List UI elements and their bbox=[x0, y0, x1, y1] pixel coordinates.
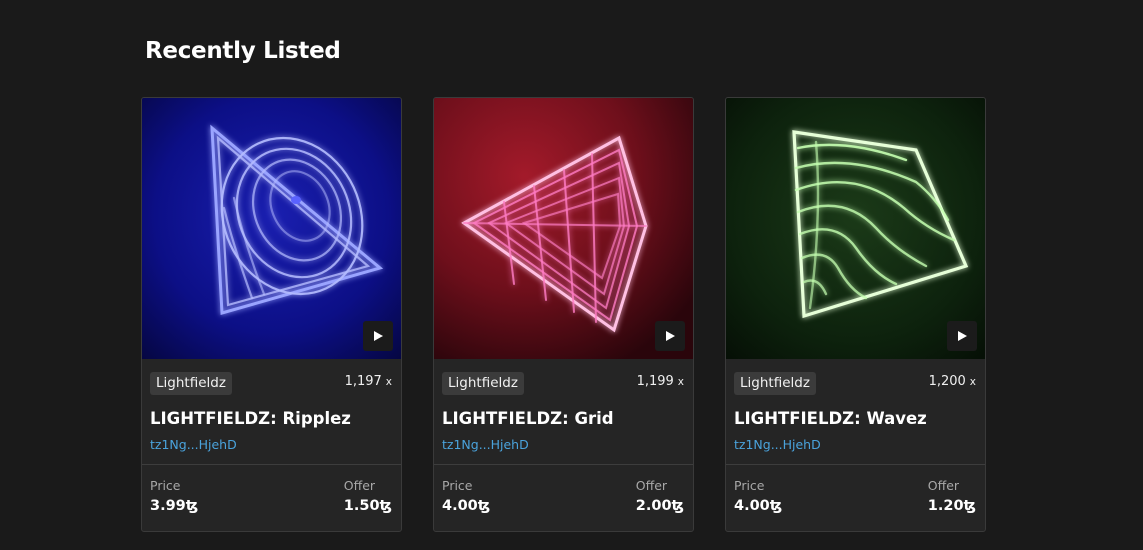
artwork-thumbnail[interactable] bbox=[142, 98, 401, 359]
card-row: Lightfieldz 1,197 x LIGHTFIELDZ: Ripplez … bbox=[141, 97, 986, 532]
offer-value: 2.00ꜩ bbox=[635, 498, 684, 514]
artist-link[interactable]: tz1Ng...HjehD bbox=[442, 437, 529, 452]
collection-badge[interactable]: Lightfieldz bbox=[442, 372, 524, 395]
card-meta: Lightfieldz 1,199 x LIGHTFIELDZ: Grid tz1… bbox=[434, 359, 693, 465]
edition-suffix: x bbox=[385, 376, 392, 388]
price-label: Price bbox=[734, 478, 765, 493]
item-title[interactable]: LIGHTFIELDZ: Grid bbox=[442, 409, 614, 428]
grid-artwork bbox=[434, 98, 693, 359]
nft-card[interactable]: Lightfieldz 1,197 x LIGHTFIELDZ: Ripplez … bbox=[141, 97, 402, 532]
price-section: Price 4.00ꜩ Offer 1.20ꜩ bbox=[726, 465, 985, 531]
offer-block: Offer 1.20ꜩ bbox=[928, 478, 976, 514]
offer-block: Offer 2.00ꜩ bbox=[636, 478, 684, 514]
artwork-thumbnail[interactable] bbox=[726, 98, 985, 359]
edition-number: 1,200 bbox=[928, 374, 966, 389]
edition-count: 1,197 x bbox=[345, 374, 392, 389]
price-block: Price 4.00ꜩ bbox=[734, 478, 782, 514]
offer-value: 1.20ꜩ bbox=[927, 498, 976, 514]
price-value: 4.00ꜩ bbox=[734, 498, 783, 514]
offer-label: Offer bbox=[635, 478, 668, 493]
edition-suffix: x bbox=[969, 376, 976, 388]
recently-listed-page: Recently Listed Lightfieldz 1,197 x LIGH… bbox=[0, 0, 1143, 550]
price-value: 3.99ꜩ bbox=[150, 498, 199, 514]
price-value: 4.00ꜩ bbox=[442, 498, 491, 514]
price-block: Price 4.00ꜩ bbox=[442, 478, 490, 514]
play-icon bbox=[666, 331, 675, 341]
edition-number: 1,199 bbox=[636, 374, 674, 389]
play-button[interactable] bbox=[947, 321, 977, 351]
card-meta: Lightfieldz 1,197 x LIGHTFIELDZ: Ripplez … bbox=[142, 359, 401, 465]
nft-card[interactable]: Lightfieldz 1,199 x LIGHTFIELDZ: Grid tz1… bbox=[433, 97, 694, 532]
artwork-thumbnail[interactable] bbox=[434, 98, 693, 359]
card-meta: Lightfieldz 1,200 x LIGHTFIELDZ: Wavez tz… bbox=[726, 359, 985, 465]
collection-badge[interactable]: Lightfieldz bbox=[150, 372, 232, 395]
edition-count: 1,199 x bbox=[637, 374, 684, 389]
collection-badge[interactable]: Lightfieldz bbox=[734, 372, 816, 395]
play-icon bbox=[374, 331, 383, 341]
item-title[interactable]: LIGHTFIELDZ: Wavez bbox=[734, 409, 927, 428]
item-title[interactable]: LIGHTFIELDZ: Ripplez bbox=[150, 409, 351, 428]
offer-label: Offer bbox=[343, 478, 376, 493]
artist-link[interactable]: tz1Ng...HjehD bbox=[150, 437, 237, 452]
play-button[interactable] bbox=[363, 321, 393, 351]
section-title: Recently Listed bbox=[145, 38, 341, 64]
price-section: Price 3.99ꜩ Offer 1.50ꜩ bbox=[142, 465, 401, 531]
ripplez-artwork bbox=[142, 98, 401, 359]
price-label: Price bbox=[150, 478, 181, 493]
wavez-artwork bbox=[726, 98, 985, 359]
edition-number: 1,197 bbox=[344, 374, 382, 389]
price-section: Price 4.00ꜩ Offer 2.00ꜩ bbox=[434, 465, 693, 531]
edition-suffix: x bbox=[677, 376, 684, 388]
play-button[interactable] bbox=[655, 321, 685, 351]
nft-card[interactable]: Lightfieldz 1,200 x LIGHTFIELDZ: Wavez tz… bbox=[725, 97, 986, 532]
offer-block: Offer 1.50ꜩ bbox=[344, 478, 392, 514]
offer-value: 1.50ꜩ bbox=[343, 498, 392, 514]
edition-count: 1,200 x bbox=[929, 374, 976, 389]
price-label: Price bbox=[442, 478, 473, 493]
artist-link[interactable]: tz1Ng...HjehD bbox=[734, 437, 821, 452]
offer-label: Offer bbox=[927, 478, 960, 493]
play-icon bbox=[958, 331, 967, 341]
price-block: Price 3.99ꜩ bbox=[150, 478, 198, 514]
